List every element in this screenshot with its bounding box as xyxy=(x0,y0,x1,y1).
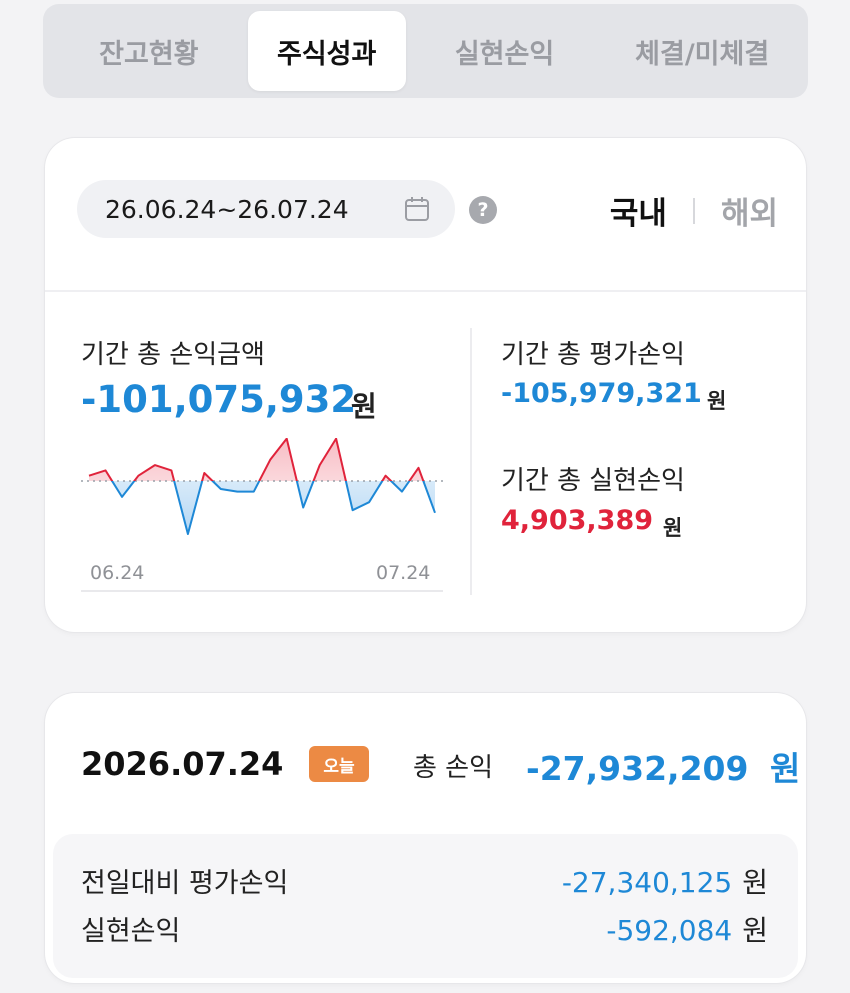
daily-total-amount: -27,932,209 xyxy=(526,749,749,788)
eval-pl-label: 기간 총 평가손익 xyxy=(501,340,685,370)
region-domestic[interactable]: 국내 xyxy=(610,188,667,233)
calendar-icon xyxy=(405,197,429,221)
daily-eval-pl-unit: 원 xyxy=(742,866,768,899)
chart-start-label: 06.24 xyxy=(90,562,145,584)
chart-end-label: 07.24 xyxy=(376,562,431,584)
region-separator xyxy=(692,197,695,224)
tab-balance[interactable]: 잔고현황 xyxy=(50,11,248,91)
daily-total-value: -27,932,209 원 xyxy=(526,742,800,790)
tab-stock-performance[interactable]: 주식성과 xyxy=(247,11,406,91)
chart-axis-line xyxy=(81,590,443,592)
daily-total-label: 총 손익 xyxy=(413,753,494,783)
daily-eval-pl-amount: -27,340,125 xyxy=(561,866,733,899)
chart-positive-line xyxy=(88,438,425,481)
help-icon[interactable]: ? xyxy=(469,196,497,224)
chart-negative-area xyxy=(89,481,435,534)
total-pl-value: -101,075,932 xyxy=(81,378,357,421)
daily-realized-pl-unit: 원 xyxy=(742,914,768,947)
eval-pl-value: -105,979,321 xyxy=(501,378,702,409)
period-summary-card: 26.06.24~26.07.24 ? 국내 해외 기간 총 손익금액 -101… xyxy=(45,138,806,632)
daily-detail-box: 전일대비 평가손익 -27,340,125 원 실현손익 -592,084 원 xyxy=(53,834,798,978)
pl-trend-chart xyxy=(81,438,443,535)
daily-pl-card: 2026.07.24 오늘 총 손익 -27,932,209 원 전일대비 평가… xyxy=(45,693,806,983)
tab-orders[interactable]: 체결/미체결 xyxy=(603,11,801,91)
chart-negative-line xyxy=(110,481,436,535)
chart-positive-area xyxy=(89,438,435,481)
divider xyxy=(45,290,806,292)
total-pl-unit: 원 xyxy=(351,390,377,423)
daily-eval-pl-label: 전일대비 평가손익 xyxy=(81,868,289,899)
daily-total-unit: 원 xyxy=(769,749,801,788)
tab-realized-pl[interactable]: 실현손익 xyxy=(406,11,604,91)
daily-realized-pl-amount: -592,084 xyxy=(606,914,733,947)
daily-realized-pl-value: -592,084 원 xyxy=(606,909,768,949)
realized-pl-unit: 원 xyxy=(663,516,683,540)
daily-realized-pl-label: 실현손익 xyxy=(81,916,181,947)
realized-pl-value: 4,903,389 xyxy=(501,505,654,536)
daily-date: 2026.07.24 xyxy=(81,745,284,783)
tab-bar: 잔고현황 주식성과 실현손익 체결/미체결 xyxy=(43,4,808,98)
today-badge: 오늘 xyxy=(309,746,369,782)
eval-pl-unit: 원 xyxy=(707,389,727,413)
region-toggle: 국내 해외 xyxy=(610,188,778,233)
date-range-picker[interactable]: 26.06.24~26.07.24 xyxy=(77,180,455,238)
region-overseas[interactable]: 해외 xyxy=(721,188,778,233)
date-range-text: 26.06.24~26.07.24 xyxy=(105,194,349,224)
realized-pl-label: 기간 총 실현손익 xyxy=(501,466,685,496)
total-pl-label: 기간 총 손익금액 xyxy=(81,340,265,370)
daily-eval-pl-value: -27,340,125 원 xyxy=(562,861,768,901)
vertical-divider xyxy=(470,328,472,595)
